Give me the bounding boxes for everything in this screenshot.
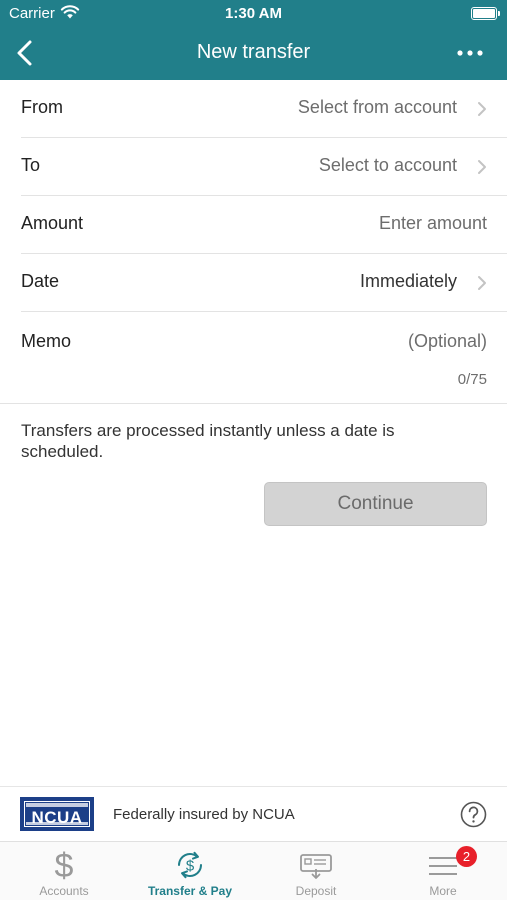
status-bar: Carrier 1:30 AM xyxy=(0,0,507,28)
ncua-logo-text: NCUA xyxy=(31,808,83,827)
transfer-form: From Select from account To Select to ac… xyxy=(0,80,507,404)
date-label: Date xyxy=(21,271,60,291)
from-account-row[interactable]: From Select from account xyxy=(21,80,507,138)
transfer-pay-icon: $ xyxy=(177,851,203,879)
amount-row[interactable]: Amount Enter amount xyxy=(21,196,507,254)
tab-more-label: More xyxy=(429,884,457,898)
continue-button[interactable]: Continue xyxy=(264,482,487,526)
help-icon[interactable] xyxy=(460,801,487,828)
nav-bar: New transfer xyxy=(0,28,507,80)
clock: 1:30 AM xyxy=(225,5,282,22)
memo-input[interactable]: (Optional) xyxy=(408,331,487,352)
chevron-right-icon xyxy=(478,160,486,174)
menu-icon xyxy=(429,857,457,875)
to-label: To xyxy=(21,155,41,175)
to-account-value: Select to account xyxy=(318,155,457,175)
memo-char-counter: 0/75 xyxy=(457,371,487,388)
battery-icon xyxy=(471,7,500,20)
tab-more[interactable]: 2 More xyxy=(380,842,506,900)
from-label: From xyxy=(21,97,63,117)
tab-accounts[interactable]: $ Accounts xyxy=(1,842,127,900)
memo-label: Memo xyxy=(21,331,72,351)
check-deposit-icon xyxy=(300,854,332,879)
tab-transfer-pay[interactable]: $ Transfer & Pay xyxy=(127,842,253,900)
memo-row[interactable]: Memo (Optional) 0/75 xyxy=(0,312,507,404)
chevron-right-icon xyxy=(478,102,486,116)
transfer-info-text: Transfers are processed instantly unless… xyxy=(21,421,395,461)
tab-deposit-label: Deposit xyxy=(295,884,337,898)
svg-text:$: $ xyxy=(186,858,195,875)
amount-label: Amount xyxy=(21,213,84,233)
ncua-logo: NCUA xyxy=(20,797,94,831)
from-account-value: Select from account xyxy=(297,97,457,117)
date-value: Immediately xyxy=(359,271,457,291)
chevron-right-icon xyxy=(478,276,486,290)
tab-deposit[interactable]: Deposit xyxy=(253,842,379,900)
tab-bar: $ Accounts $ Transfer & Pay Deposit 2 Mo… xyxy=(0,841,507,900)
notification-badge: 2 xyxy=(456,846,477,867)
tab-accounts-label: Accounts xyxy=(39,884,89,898)
amount-input[interactable]: Enter amount xyxy=(379,213,487,234)
tab-transfer-pay-label: Transfer & Pay xyxy=(147,884,233,898)
insurance-text: Federally insured by NCUA xyxy=(113,806,295,823)
dollar-icon: $ xyxy=(55,848,74,882)
insurance-banner: NCUA Federally insured by NCUA xyxy=(0,786,507,841)
date-row[interactable]: Date Immediately xyxy=(21,254,507,312)
to-account-row[interactable]: To Select to account xyxy=(21,138,507,196)
svg-text:$: $ xyxy=(55,848,74,882)
more-options-icon[interactable] xyxy=(455,42,485,64)
page-title: New transfer xyxy=(196,41,311,63)
